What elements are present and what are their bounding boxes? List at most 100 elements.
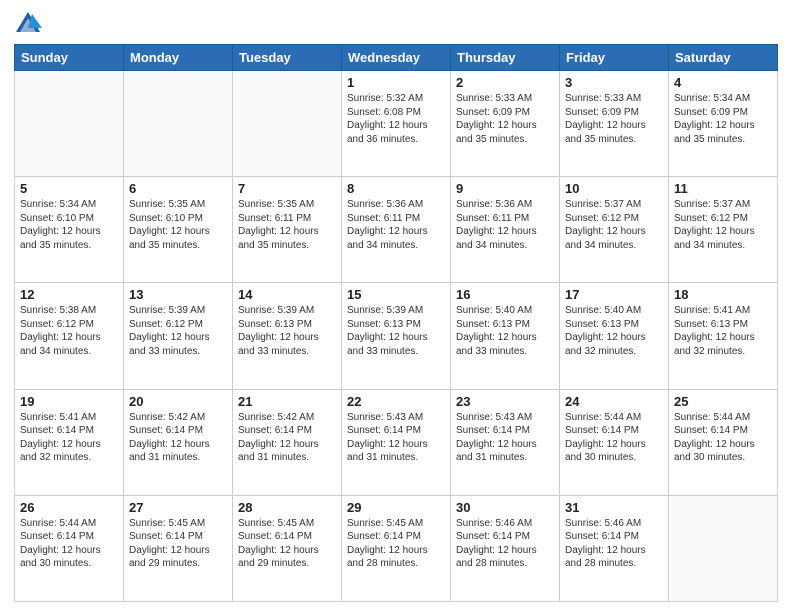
calendar-header: SundayMondayTuesdayWednesdayThursdayFrid… [15, 45, 778, 71]
day-info: Sunrise: 5:34 AM Sunset: 6:10 PM Dayligh… [20, 198, 118, 252]
calendar-cell: 1Sunrise: 5:32 AM Sunset: 6:08 PM Daylig… [342, 71, 451, 177]
calendar-cell: 6Sunrise: 5:35 AM Sunset: 6:10 PM Daylig… [124, 177, 233, 283]
logo-icon [14, 10, 42, 38]
day-info: Sunrise: 5:40 AM Sunset: 6:13 PM Dayligh… [565, 304, 663, 358]
page: SundayMondayTuesdayWednesdayThursdayFrid… [0, 0, 792, 612]
day-number: 25 [674, 394, 772, 409]
calendar-cell: 7Sunrise: 5:35 AM Sunset: 6:11 PM Daylig… [233, 177, 342, 283]
calendar-cell: 13Sunrise: 5:39 AM Sunset: 6:12 PM Dayli… [124, 283, 233, 389]
header-day-tuesday: Tuesday [233, 45, 342, 71]
day-number: 30 [456, 500, 554, 515]
day-info: Sunrise: 5:36 AM Sunset: 6:11 PM Dayligh… [456, 198, 554, 252]
day-info: Sunrise: 5:39 AM Sunset: 6:13 PM Dayligh… [238, 304, 336, 358]
day-info: Sunrise: 5:44 AM Sunset: 6:14 PM Dayligh… [20, 517, 118, 571]
day-info: Sunrise: 5:41 AM Sunset: 6:14 PM Dayligh… [20, 411, 118, 465]
calendar-cell: 4Sunrise: 5:34 AM Sunset: 6:09 PM Daylig… [669, 71, 778, 177]
calendar-cell [669, 495, 778, 601]
week-row-1: 1Sunrise: 5:32 AM Sunset: 6:08 PM Daylig… [15, 71, 778, 177]
header-day-wednesday: Wednesday [342, 45, 451, 71]
calendar-cell [15, 71, 124, 177]
day-number: 5 [20, 181, 118, 196]
day-info: Sunrise: 5:46 AM Sunset: 6:14 PM Dayligh… [565, 517, 663, 571]
calendar-cell: 18 Sunrise: 5:41 AM Sunset: 6:13 PM Dayli… [669, 283, 778, 389]
day-number: 2 [456, 75, 554, 90]
day-number: 16 [456, 287, 554, 302]
day-info: Sunrise: 5:42 AM Sunset: 6:14 PM Dayligh… [238, 411, 336, 465]
week-row-4: 19 Sunrise: 5:41 AM Sunset: 6:14 PM Dayli… [15, 389, 778, 495]
calendar-body: 1Sunrise: 5:32 AM Sunset: 6:08 PM Daylig… [15, 71, 778, 602]
calendar-cell: 11 Sunrise: 5:37 AM Sunset: 6:12 PM Dayli… [669, 177, 778, 283]
day-info: Sunrise: 5:38 AM Sunset: 6:12 PM Dayligh… [20, 304, 118, 358]
calendar-cell: 28 Sunrise: 5:45 AM Sunset: 6:14 PM Dayli… [233, 495, 342, 601]
week-row-5: 26 Sunrise: 5:44 AM Sunset: 6:14 PM Dayli… [15, 495, 778, 601]
day-number: 23 [456, 394, 554, 409]
calendar-cell: 22 Sunrise: 5:43 AM Sunset: 6:14 PM Dayli… [342, 389, 451, 495]
calendar-table: SundayMondayTuesdayWednesdayThursdayFrid… [14, 44, 778, 602]
calendar-cell: 25 Sunrise: 5:44 AM Sunset: 6:14 PM Dayli… [669, 389, 778, 495]
header-day-saturday: Saturday [669, 45, 778, 71]
day-number: 13 [129, 287, 227, 302]
day-info: Sunrise: 5:35 AM Sunset: 6:11 PM Dayligh… [238, 198, 336, 252]
day-info: Sunrise: 5:32 AM Sunset: 6:08 PM Dayligh… [347, 92, 445, 146]
day-number: 14 [238, 287, 336, 302]
day-number: 29 [347, 500, 445, 515]
calendar-cell: 31 Sunrise: 5:46 AM Sunset: 6:14 PM Dayli… [560, 495, 669, 601]
day-info: Sunrise: 5:45 AM Sunset: 6:14 PM Dayligh… [238, 517, 336, 571]
calendar-cell: 19 Sunrise: 5:41 AM Sunset: 6:14 PM Dayli… [15, 389, 124, 495]
day-info: Sunrise: 5:41 AM Sunset: 6:13 PM Dayligh… [674, 304, 772, 358]
calendar-cell: 29 Sunrise: 5:45 AM Sunset: 6:14 PM Dayli… [342, 495, 451, 601]
calendar-cell: 15Sunrise: 5:39 AM Sunset: 6:13 PM Dayli… [342, 283, 451, 389]
calendar-cell: 20 Sunrise: 5:42 AM Sunset: 6:14 PM Dayli… [124, 389, 233, 495]
header-day-sunday: Sunday [15, 45, 124, 71]
day-number: 22 [347, 394, 445, 409]
header-day-thursday: Thursday [451, 45, 560, 71]
day-number: 31 [565, 500, 663, 515]
day-info: Sunrise: 5:37 AM Sunset: 6:12 PM Dayligh… [565, 198, 663, 252]
day-number: 20 [129, 394, 227, 409]
calendar-cell: 16 Sunrise: 5:40 AM Sunset: 6:13 PM Dayli… [451, 283, 560, 389]
day-number: 6 [129, 181, 227, 196]
calendar-cell: 2 Sunrise: 5:33 AM Sunset: 6:09 PM Daylig… [451, 71, 560, 177]
calendar-cell [124, 71, 233, 177]
day-number: 18 [674, 287, 772, 302]
calendar-cell: 21 Sunrise: 5:42 AM Sunset: 6:14 PM Dayli… [233, 389, 342, 495]
day-info: Sunrise: 5:46 AM Sunset: 6:14 PM Dayligh… [456, 517, 554, 571]
calendar-cell: 27 Sunrise: 5:45 AM Sunset: 6:14 PM Dayli… [124, 495, 233, 601]
week-row-2: 5 Sunrise: 5:34 AM Sunset: 6:10 PM Daylig… [15, 177, 778, 283]
day-number: 26 [20, 500, 118, 515]
day-info: Sunrise: 5:45 AM Sunset: 6:14 PM Dayligh… [347, 517, 445, 571]
calendar-cell: 5 Sunrise: 5:34 AM Sunset: 6:10 PM Daylig… [15, 177, 124, 283]
calendar-cell: 30 Sunrise: 5:46 AM Sunset: 6:14 PM Dayli… [451, 495, 560, 601]
day-info: Sunrise: 5:33 AM Sunset: 6:09 PM Dayligh… [456, 92, 554, 146]
day-number: 11 [674, 181, 772, 196]
header-day-monday: Monday [124, 45, 233, 71]
calendar-cell: 10 Sunrise: 5:37 AM Sunset: 6:12 PM Dayli… [560, 177, 669, 283]
day-number: 4 [674, 75, 772, 90]
day-number: 27 [129, 500, 227, 515]
header-day-friday: Friday [560, 45, 669, 71]
header [14, 10, 778, 38]
day-number: 8 [347, 181, 445, 196]
day-info: Sunrise: 5:33 AM Sunset: 6:09 PM Dayligh… [565, 92, 663, 146]
day-number: 12 [20, 287, 118, 302]
day-number: 10 [565, 181, 663, 196]
calendar-cell: 24 Sunrise: 5:44 AM Sunset: 6:14 PM Dayli… [560, 389, 669, 495]
day-number: 21 [238, 394, 336, 409]
day-info: Sunrise: 5:36 AM Sunset: 6:11 PM Dayligh… [347, 198, 445, 252]
calendar-cell [233, 71, 342, 177]
day-number: 28 [238, 500, 336, 515]
day-number: 19 [20, 394, 118, 409]
day-info: Sunrise: 5:45 AM Sunset: 6:14 PM Dayligh… [129, 517, 227, 571]
day-number: 3 [565, 75, 663, 90]
day-info: Sunrise: 5:44 AM Sunset: 6:14 PM Dayligh… [674, 411, 772, 465]
day-info: Sunrise: 5:40 AM Sunset: 6:13 PM Dayligh… [456, 304, 554, 358]
header-row: SundayMondayTuesdayWednesdayThursdayFrid… [15, 45, 778, 71]
day-info: Sunrise: 5:44 AM Sunset: 6:14 PM Dayligh… [565, 411, 663, 465]
day-info: Sunrise: 5:42 AM Sunset: 6:14 PM Dayligh… [129, 411, 227, 465]
day-info: Sunrise: 5:43 AM Sunset: 6:14 PM Dayligh… [347, 411, 445, 465]
day-info: Sunrise: 5:37 AM Sunset: 6:12 PM Dayligh… [674, 198, 772, 252]
day-number: 24 [565, 394, 663, 409]
calendar-cell: 12 Sunrise: 5:38 AM Sunset: 6:12 PM Dayli… [15, 283, 124, 389]
day-number: 9 [456, 181, 554, 196]
calendar-cell: 26 Sunrise: 5:44 AM Sunset: 6:14 PM Dayli… [15, 495, 124, 601]
